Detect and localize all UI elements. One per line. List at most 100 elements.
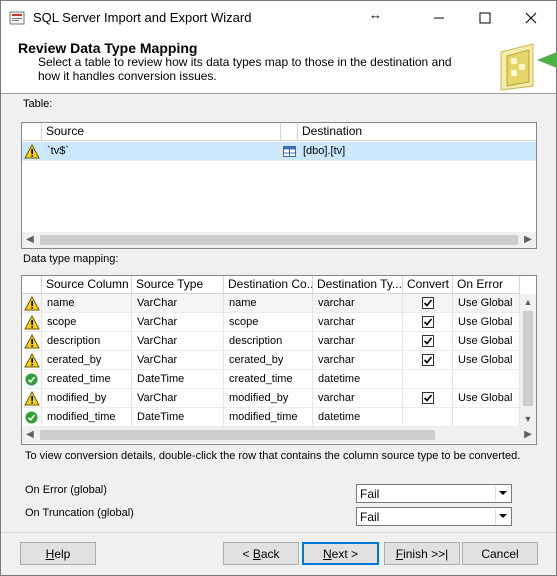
wizard-window: SQL Server Import and Export Wizard ↔ Re… bbox=[0, 0, 557, 576]
next-mnemonic: N bbox=[322, 547, 332, 561]
mapping-row-convert bbox=[403, 351, 453, 370]
back-button[interactable]: < Back bbox=[223, 542, 299, 565]
mapping-column-source-type[interactable]: Source Type bbox=[132, 276, 224, 294]
mapping-row-dest-type: datetime bbox=[313, 370, 403, 389]
success-icon bbox=[25, 373, 38, 385]
mapping-row-dest-column: created_time bbox=[224, 370, 313, 389]
back-label-rest: ack bbox=[260, 547, 280, 561]
mapping-row[interactable]: cerated_by VarChar cerated_by varchar Use Gl… bbox=[22, 351, 520, 370]
mapping-column-on-error[interactable]: On Error bbox=[453, 276, 520, 294]
mapping-grid[interactable]: Source Column Source Type Destination Co… bbox=[21, 275, 537, 445]
success-icon bbox=[25, 411, 38, 423]
mapping-row-convert bbox=[403, 370, 453, 389]
title-bar: SQL Server Import and Export Wizard ↔ bbox=[1, 1, 556, 34]
table-row[interactable]: `tv$` [dbo].[tv] bbox=[22, 142, 536, 161]
mapping-row[interactable]: created_time DateTime created_time datetime bbox=[22, 370, 520, 389]
table-column-source[interactable]: Source bbox=[42, 123, 281, 141]
mapping-row-dest-type: varchar bbox=[313, 389, 403, 408]
page-header: Review Data Type Mapping Select a table … bbox=[1, 34, 557, 94]
mapping-row-status bbox=[22, 294, 42, 313]
scroll-left-icon[interactable]: ◀ bbox=[22, 232, 38, 248]
on-error-label: On Error (global) bbox=[25, 484, 107, 496]
mapping-hscrollbar[interactable]: ◀ ▶ bbox=[22, 427, 536, 443]
mapping-column-source-column[interactable]: Source Column bbox=[42, 276, 132, 294]
scroll-up-icon[interactable]: ▲ bbox=[520, 294, 536, 310]
mapping-row-status bbox=[22, 370, 42, 389]
mapping-row-convert bbox=[403, 389, 453, 408]
mapping-column-dest-column[interactable]: Destination Co... bbox=[224, 276, 313, 294]
close-icon bbox=[525, 12, 537, 23]
convert-checkbox[interactable] bbox=[421, 297, 434, 309]
mapping-row[interactable]: modified_time DateTime modified_time dateti… bbox=[22, 408, 520, 427]
sql-server-icon bbox=[9, 11, 25, 25]
scroll-down-icon[interactable]: ▼ bbox=[520, 411, 536, 427]
chevron-down-icon[interactable] bbox=[495, 486, 510, 501]
help-label-rest: elp bbox=[54, 547, 71, 561]
mapping-row-dest-type: varchar bbox=[313, 332, 403, 351]
table-status-header bbox=[22, 123, 42, 141]
page-description: Select a table to review how its data ty… bbox=[38, 55, 452, 83]
mapping-row-source-column: created_time bbox=[42, 370, 132, 389]
mapping-row-source-type: DateTime bbox=[132, 408, 224, 427]
mapping-row-dest-column: modified_time bbox=[224, 408, 313, 427]
mapping-row-on-error bbox=[453, 370, 520, 389]
close-button[interactable] bbox=[508, 1, 554, 34]
maximize-button[interactable] bbox=[462, 1, 508, 34]
warning-icon bbox=[23, 390, 40, 405]
mapping-row-status bbox=[22, 351, 42, 370]
convert-checkbox[interactable] bbox=[421, 335, 434, 347]
mapping-vscrollbar[interactable]: ▲ ▼ bbox=[520, 294, 536, 427]
scroll-right-icon[interactable]: ▶ bbox=[520, 427, 536, 443]
mapping-row[interactable]: modified_by VarChar modified_by varchar Use … bbox=[22, 389, 520, 408]
mapping-row-on-error: Use Global bbox=[453, 332, 520, 351]
on-truncation-label: On Truncation (global) bbox=[25, 507, 134, 519]
warning-icon bbox=[23, 143, 40, 158]
minimize-icon bbox=[434, 17, 444, 18]
on-truncation-select[interactable]: Fail bbox=[356, 507, 512, 526]
scroll-left-icon[interactable]: ◀ bbox=[22, 427, 38, 443]
table-grid[interactable]: Source Destination `tv$` [dbo].[tv] ◀ ▶ bbox=[21, 122, 537, 249]
conversion-hint: To view conversion details, double-click… bbox=[25, 450, 521, 462]
help-button[interactable]: Help bbox=[20, 542, 96, 565]
mapping-row[interactable]: name VarChar name varchar Use Global bbox=[22, 294, 520, 313]
minimize-button[interactable] bbox=[416, 1, 462, 34]
table-hscrollbar[interactable]: ◀ ▶ bbox=[22, 232, 536, 248]
finish-button[interactable]: Finish >>| bbox=[384, 542, 460, 565]
convert-checkbox[interactable] bbox=[421, 354, 434, 366]
next-button[interactable]: Next > bbox=[302, 542, 379, 565]
mapping-row-source-column: name bbox=[42, 294, 132, 313]
mapping-row-dest-type: varchar bbox=[313, 294, 403, 313]
table-grid-header: Source Destination bbox=[22, 123, 536, 141]
warning-icon bbox=[23, 352, 40, 367]
table-column-destination[interactable]: Destination bbox=[298, 123, 536, 141]
mapping-row-source-type: VarChar bbox=[132, 294, 224, 313]
cancel-button[interactable]: Cancel bbox=[462, 542, 538, 565]
table-label: Table: bbox=[23, 98, 53, 110]
on-error-select[interactable]: Fail bbox=[356, 484, 512, 503]
mapping-column-convert[interactable]: Convert bbox=[403, 276, 453, 294]
mapping-row[interactable]: description VarChar description varchar Use … bbox=[22, 332, 520, 351]
mapping-row-source-column: description bbox=[42, 332, 132, 351]
table-dest-icon-header bbox=[281, 123, 298, 141]
mapping-vscroll-thumb[interactable] bbox=[523, 311, 533, 406]
mapping-row-dest-column: scope bbox=[224, 313, 313, 332]
warning-icon bbox=[23, 295, 40, 310]
chevron-down-icon[interactable] bbox=[495, 509, 510, 524]
mapping-row-source-column: cerated_by bbox=[42, 351, 132, 370]
mapping-column-dest-type[interactable]: Destination Ty... bbox=[313, 276, 403, 294]
convert-checkbox[interactable] bbox=[421, 316, 434, 328]
mapping-hscroll-thumb[interactable] bbox=[40, 430, 435, 440]
mapping-row-dest-column: description bbox=[224, 332, 313, 351]
mapping-row-on-error: Use Global bbox=[453, 389, 520, 408]
page-title: Review Data Type Mapping bbox=[18, 40, 198, 56]
table-row-source: `tv$` bbox=[42, 142, 281, 161]
convert-checkbox[interactable] bbox=[421, 392, 434, 404]
back-prefix: < bbox=[242, 547, 253, 561]
table-hscroll-thumb[interactable] bbox=[40, 235, 518, 245]
back-mnemonic: B bbox=[252, 547, 261, 561]
finish-label-rest: inish >>| bbox=[403, 547, 449, 561]
mapping-row-dest-type: datetime bbox=[313, 408, 403, 427]
mapping-row[interactable]: scope VarChar scope varchar Use Global bbox=[22, 313, 520, 332]
scroll-right-icon[interactable]: ▶ bbox=[520, 232, 536, 248]
mapping-row-convert bbox=[403, 313, 453, 332]
